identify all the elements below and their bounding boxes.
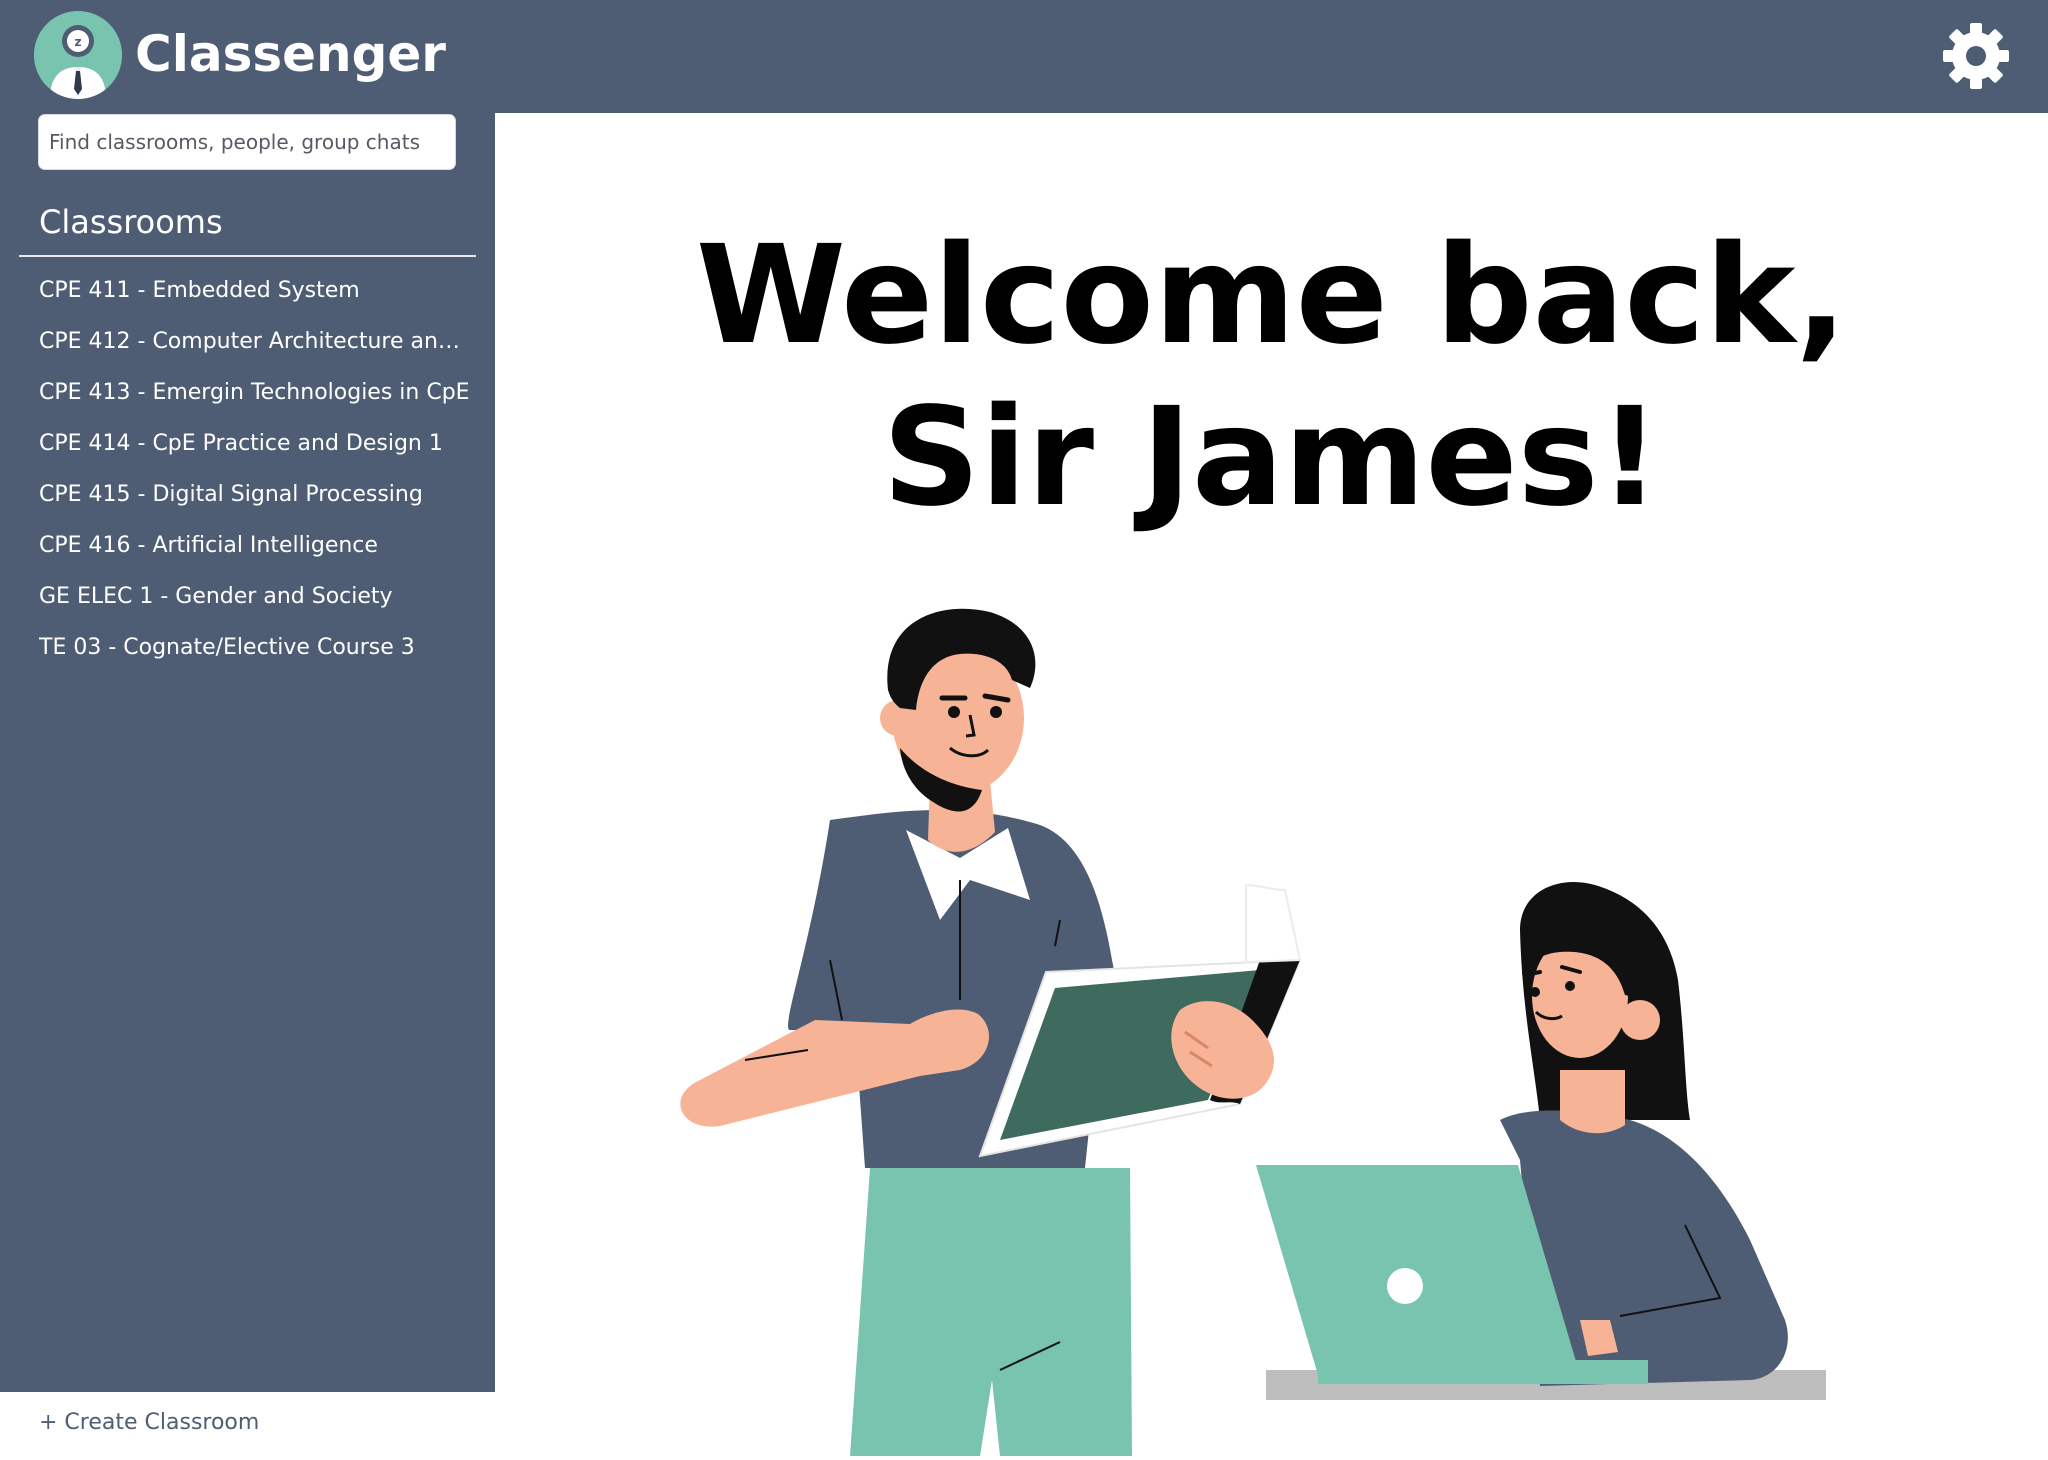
classroom-item-ge-elec1[interactable]: GE ELEC 1 - Gender and Society [39,580,479,614]
search-input[interactable] [38,114,456,170]
classroom-item-cpe412[interactable]: CPE 412 - Computer Architecture and Orga… [39,325,465,359]
classroom-item-cpe414[interactable]: CPE 414 - CpE Practice and Design 1 [39,427,479,461]
gear-icon[interactable] [1940,20,2012,92]
classroom-item-cpe411[interactable]: CPE 411 - Embedded System [39,274,479,308]
logo-icon: z [34,11,122,99]
create-classroom-button[interactable]: + Create Classroom [39,1406,259,1440]
classroom-item-cpe413[interactable]: CPE 413 - Emergin Technologies in CpE [39,376,479,410]
teacher-student-illustration [660,600,1860,1456]
app-title: Classenger [135,25,446,83]
classrooms-heading: Classrooms [39,203,223,241]
welcome-line-2: Sir James! [882,379,1661,537]
classroom-item-cpe415[interactable]: CPE 415 - Digital Signal Processing [39,478,479,512]
welcome-heading: Welcome back, Sir James! [495,215,2048,539]
sidebar-divider [19,255,476,257]
welcome-line-1: Welcome back, [695,217,1848,375]
svg-text:z: z [75,35,82,49]
classroom-item-te03[interactable]: TE 03 - Cognate/Elective Course 3 [39,631,479,665]
classroom-item-cpe416[interactable]: CPE 416 - Artificial Intelligence [39,529,479,563]
app-header: z Classenger [0,0,2048,113]
